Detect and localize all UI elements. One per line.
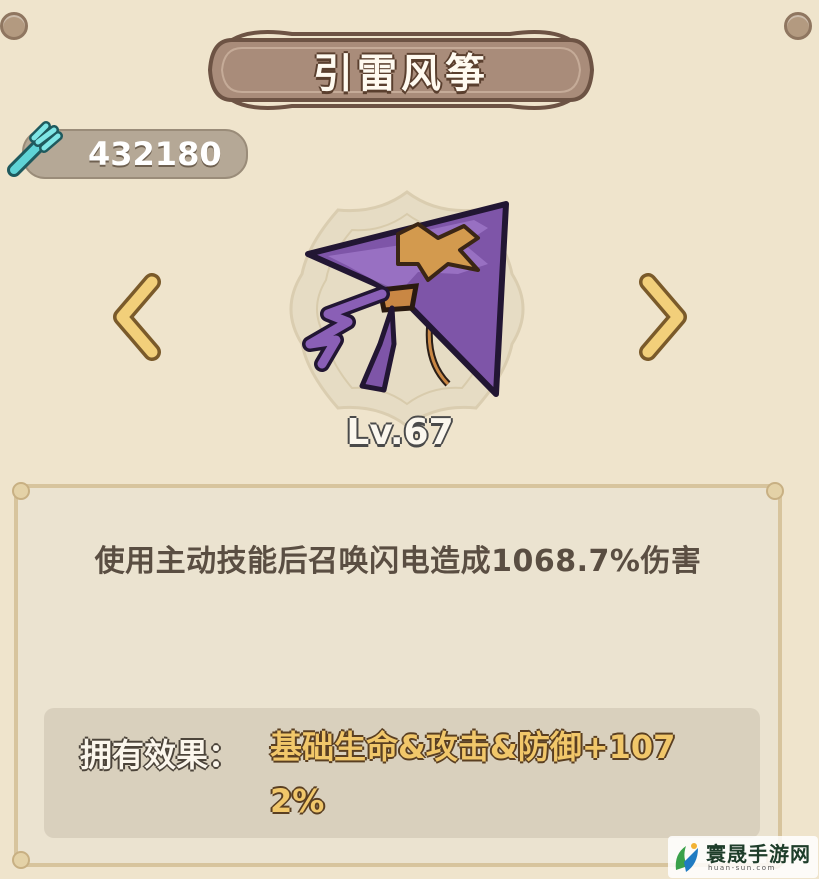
corner-stud-left — [0, 12, 28, 40]
item-title: 引雷风筝 — [313, 51, 489, 97]
currency-amount: 432180 — [88, 135, 222, 173]
effect-label: 拥有效果： — [80, 736, 241, 774]
chevron-right-icon[interactable] — [632, 272, 692, 362]
kite-icon — [302, 201, 509, 397]
item-level: Lv.67 — [346, 412, 454, 453]
effect-value: 基础生命&攻击&防御+1072% — [270, 728, 676, 820]
owned-effect-box: 拥有效果： 基础生命&攻击&防御+1072% — [44, 708, 760, 838]
panel-stud — [766, 482, 784, 500]
watermark-title: 寰晟手游网 — [706, 842, 811, 866]
title-banner: 引雷风筝 — [202, 28, 600, 112]
wrench-icon — [7, 121, 63, 177]
corner-stud-right — [784, 12, 812, 40]
watermark-url: huan-sun.com — [708, 864, 776, 872]
panel-stud — [12, 851, 30, 869]
info-panel: 使用主动技能后召唤闪电造成1068.7%伤害 拥有效果： 基础生命&攻击&防御+… — [12, 482, 784, 869]
skill-description: 使用主动技能后召唤闪电造成1068.7%伤害 — [94, 544, 702, 579]
watermark-logo-icon — [675, 843, 698, 872]
watermark: 寰晟手游网 huan-sun.com — [668, 836, 818, 878]
panel-stud — [12, 482, 30, 500]
chevron-left-icon[interactable] — [108, 272, 168, 362]
